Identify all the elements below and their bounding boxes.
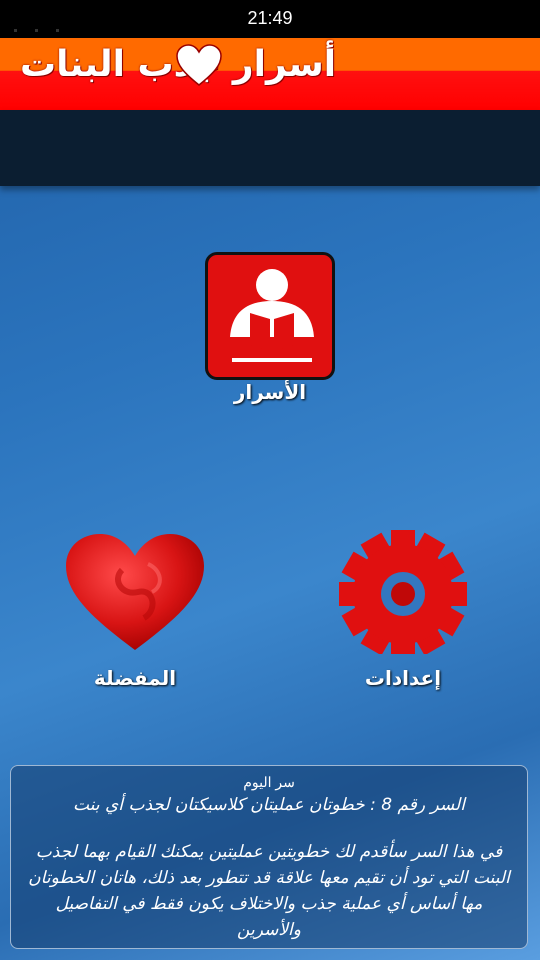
- header-band: [0, 110, 540, 186]
- gear-icon: [339, 530, 467, 658]
- daily-secret-title: السر رقم 8 : خطوتان عمليتان كلاسيكتان لج…: [73, 795, 465, 815]
- reading-person-icon: [205, 252, 335, 380]
- favorites-menu-item[interactable]: المفضلة: [62, 530, 208, 690]
- heart-icon: [66, 534, 204, 650]
- settings-menu-item[interactable]: إعدادات: [330, 530, 476, 690]
- daily-secret-heading: سر اليوم: [243, 774, 295, 790]
- daily-secret-card[interactable]: سر اليوم السر رقم 8 : خطوتان عمليتان كلا…: [10, 765, 528, 949]
- heart-icon: [176, 44, 222, 86]
- daily-secret-body: في هذا السر سأقدم لك خطويتين عمليتين يمك…: [28, 842, 510, 940]
- favorites-label: المفضلة: [93, 666, 177, 690]
- secrets-label: الأسرار: [233, 380, 307, 404]
- status-time: 21:49: [247, 8, 293, 28]
- status-bar: 21:49: [0, 0, 540, 38]
- secrets-menu-item[interactable]: الأسرار: [200, 252, 340, 404]
- settings-label: إعدادات: [364, 666, 442, 690]
- app-header: أسرار جذب البنات: [0, 38, 540, 110]
